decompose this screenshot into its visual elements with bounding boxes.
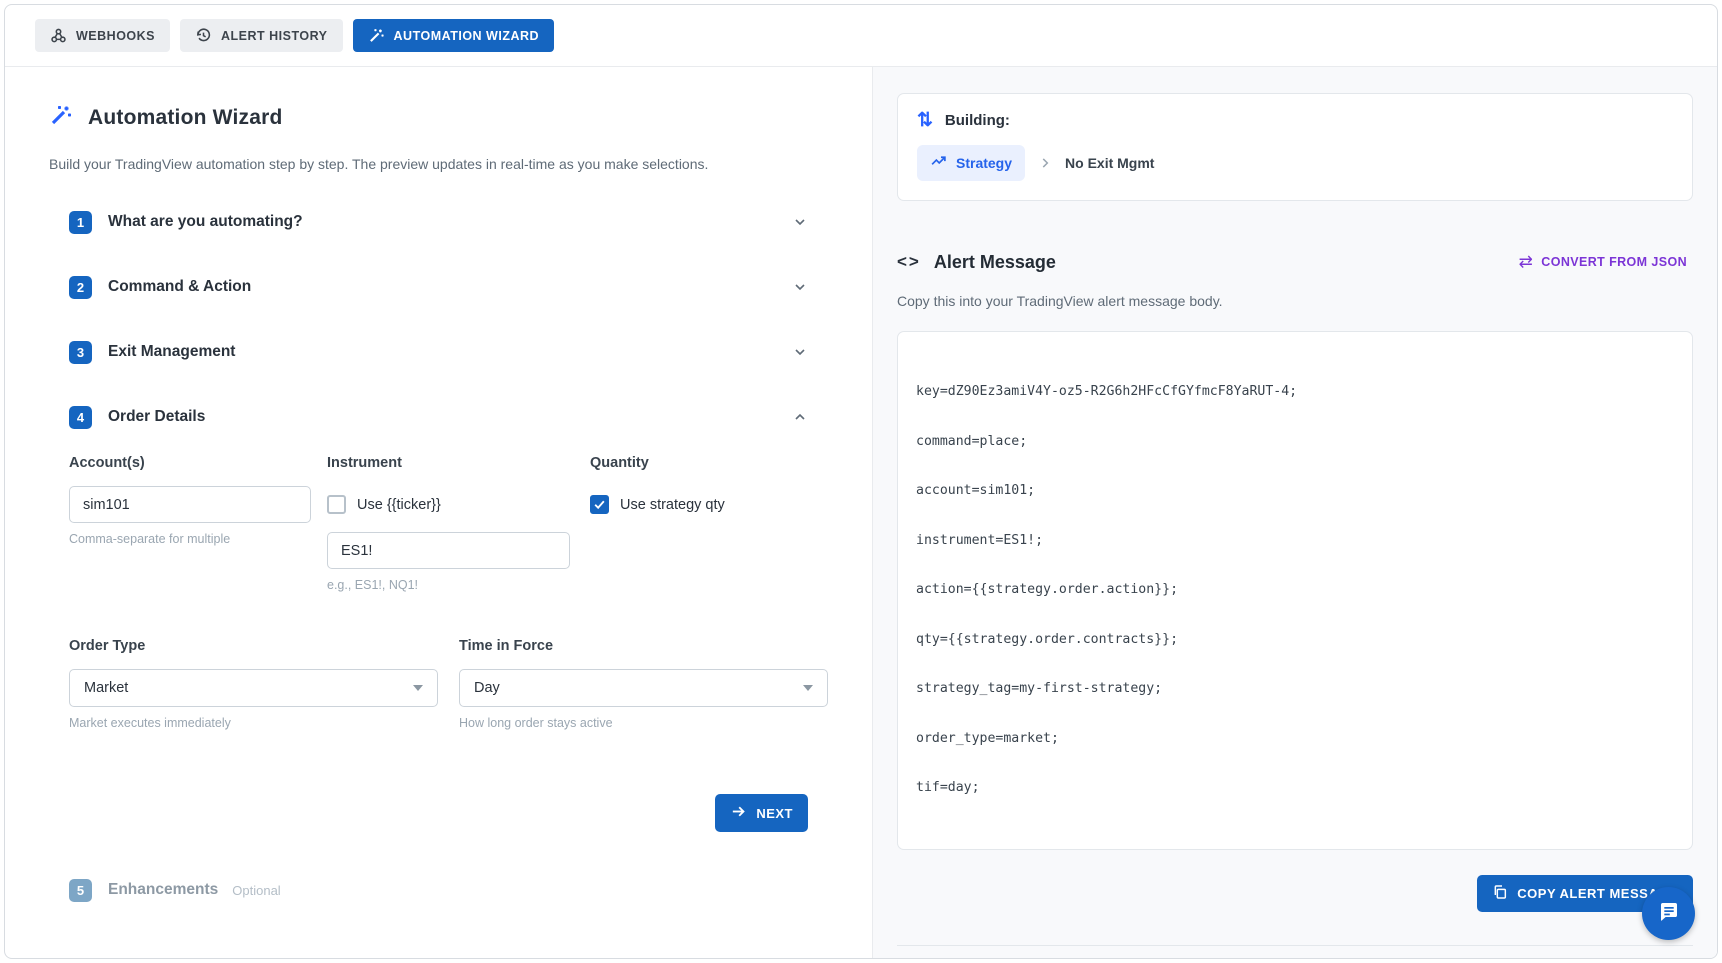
copy-icon (1492, 884, 1508, 903)
building-label: Building: (945, 112, 1010, 129)
page-subtitle: Build your TradingView automation step b… (49, 156, 828, 172)
swap-vertical-icon: ⇅ (917, 111, 933, 130)
step-label: Enhancements (108, 881, 218, 899)
arrow-right-icon (730, 803, 747, 823)
trending-up-icon (930, 153, 947, 173)
tif-label: Time in Force (459, 638, 828, 654)
breadcrumb: Strategy No Exit Mgmt (917, 145, 1673, 181)
instrument-helper: e.g., ES1!, NQ1! (327, 578, 590, 592)
order-type-select[interactable]: Market (69, 669, 438, 707)
accounts-label: Account(s) (69, 455, 327, 471)
code-line: key=dZ90Ez3amiV4Y-oz5-R2G6h2HFcCfGYfmcF8… (916, 384, 1674, 401)
checkbox-unchecked-icon (327, 495, 346, 514)
use-strategy-qty-checkbox[interactable]: Use strategy qty (590, 486, 808, 523)
step-label: What are you automating? (108, 213, 303, 231)
alert-message-code-block: key=dZ90Ez3amiV4Y-oz5-R2G6h2HFcCfGYfmcF8… (897, 331, 1693, 850)
dropdown-arrow-icon (803, 685, 813, 691)
order-type-value: Market (84, 680, 128, 696)
chat-fab-button[interactable] (1642, 887, 1695, 940)
order-details-form: Account(s) Comma-separate for multiple I… (49, 429, 828, 832)
step-label: Command & Action (108, 278, 251, 296)
next-button[interactable]: NEXT (715, 794, 808, 832)
step-number-badge: 3 (69, 341, 92, 364)
chevron-down-icon (792, 344, 808, 360)
building-card: ⇅ Building: Strategy (897, 93, 1693, 201)
alert-message-title: Alert Message (934, 252, 1056, 273)
tab-label: AUTOMATION WIZARD (394, 29, 540, 43)
page-title: Automation Wizard (88, 106, 283, 130)
chevron-down-icon (792, 214, 808, 230)
optional-tag: Optional (232, 883, 280, 898)
convert-from-json-button[interactable]: ⇄ CONVERT FROM JSON (1513, 251, 1693, 273)
tif-value: Day (474, 680, 500, 696)
webhook-icon (50, 27, 67, 44)
instrument-input[interactable] (327, 532, 570, 569)
chat-bubble-icon (1657, 900, 1681, 927)
step-header-order-details[interactable]: 4 Order Details (49, 405, 828, 429)
step-header-command-action[interactable]: 2 Command & Action (49, 275, 828, 299)
next-button-label: NEXT (756, 806, 793, 821)
code-line: qty={{strategy.order.contracts}}; (916, 632, 1674, 649)
app-window: WEBHOOKS ALERT HISTORY AUTO (4, 4, 1718, 959)
tab-webhooks[interactable]: WEBHOOKS (35, 19, 170, 52)
magic-wand-icon (49, 103, 73, 132)
checkbox-checked-icon (590, 495, 609, 514)
tif-helper: How long order stays active (459, 716, 828, 730)
accounts-input[interactable] (69, 486, 311, 523)
step-label: Order Details (108, 408, 205, 426)
use-ticker-label: Use {{ticker}} (357, 497, 441, 513)
step-header-enhancements[interactable]: 5 Enhancements Optional (49, 878, 828, 902)
chevron-down-icon (792, 279, 808, 295)
quantity-label: Quantity (590, 455, 808, 471)
use-ticker-checkbox[interactable]: Use {{ticker}} (327, 486, 590, 523)
order-type-label: Order Type (69, 638, 438, 654)
step-number-badge: 5 (69, 879, 92, 902)
use-strategy-qty-label: Use strategy qty (620, 497, 725, 513)
code-line: command=place; (916, 434, 1674, 451)
step-header-what-automating[interactable]: 1 What are you automating? (49, 210, 828, 234)
history-icon (195, 27, 212, 44)
tab-label: WEBHOOKS (76, 29, 155, 43)
section-divider (897, 945, 1693, 946)
step-label: Exit Management (108, 343, 235, 361)
step-header-exit-management[interactable]: 3 Exit Management (49, 340, 828, 364)
magic-wand-icon (368, 27, 385, 44)
code-line: tif=day; (916, 780, 1674, 797)
code-brackets-icon: <> (897, 252, 921, 272)
code-line: account=sim101; (916, 483, 1674, 500)
chevron-up-icon (792, 409, 808, 425)
exit-mgmt-crumb: No Exit Mgmt (1065, 155, 1154, 171)
dropdown-arrow-icon (413, 685, 423, 691)
strategy-chip-label: Strategy (956, 155, 1012, 171)
order-type-helper: Market executes immediately (69, 716, 438, 730)
strategy-chip: Strategy (917, 145, 1025, 181)
code-line: instrument=ES1!; (916, 533, 1674, 550)
convert-from-json-label: CONVERT FROM JSON (1541, 255, 1687, 269)
step-number-badge: 1 (69, 211, 92, 234)
alert-message-section: <> Alert Message ⇄ CONVERT FROM JSON Cop… (897, 251, 1693, 946)
step-number-badge: 2 (69, 276, 92, 299)
step-number-badge: 4 (69, 406, 92, 429)
accounts-helper: Comma-separate for multiple (69, 532, 327, 546)
instrument-label: Instrument (327, 455, 590, 471)
tab-automation-wizard[interactable]: AUTOMATION WIZARD (353, 19, 555, 52)
alert-message-subtitle: Copy this into your TradingView alert me… (897, 293, 1637, 309)
code-line: action={{strategy.order.action}}; (916, 582, 1674, 599)
chevron-right-icon (1038, 156, 1052, 170)
convert-arrows-icon: ⇄ (1519, 252, 1534, 272)
time-in-force-select[interactable]: Day (459, 669, 828, 707)
code-line: strategy_tag=my-first-strategy; (916, 681, 1674, 698)
wizard-panel: Automation Wizard Build your TradingView… (5, 67, 872, 958)
tab-label: ALERT HISTORY (221, 29, 328, 43)
tab-alert-history[interactable]: ALERT HISTORY (180, 19, 343, 52)
code-line: order_type=market; (916, 731, 1674, 748)
preview-panel: ⇅ Building: Strategy (872, 67, 1717, 958)
top-tab-bar: WEBHOOKS ALERT HISTORY AUTO (5, 5, 1717, 67)
